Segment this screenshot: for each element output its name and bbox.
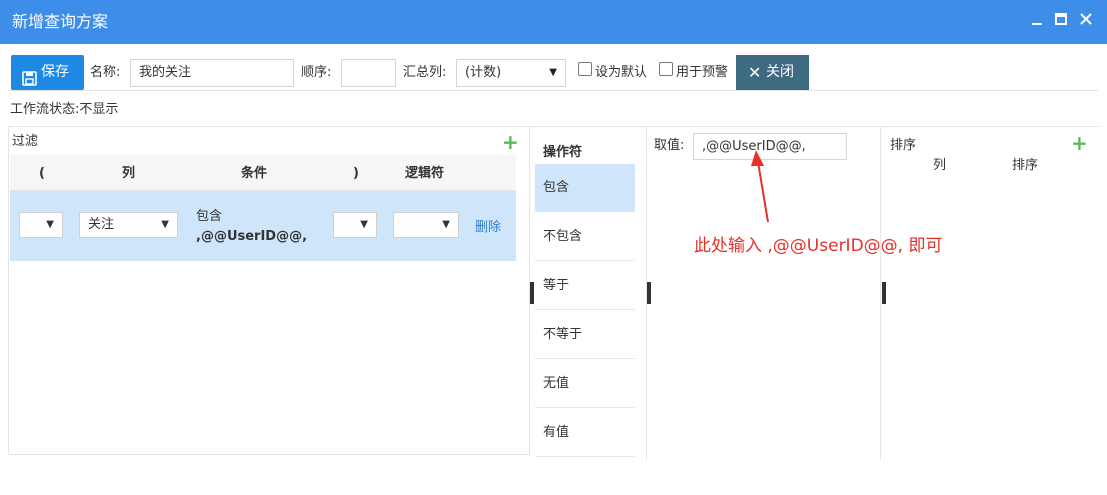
chevron-down-icon: ▼ — [442, 219, 450, 230]
annotation-text: 此处输入 ,@@UserID@@, 即可 — [694, 236, 943, 256]
toolbar: 保存 名称: 我的关注 顺序: 汇总列: (计数) ▼ 设为默认 用于预警 ✕ … — [0, 48, 1107, 92]
chevron-down-icon: ▼ — [549, 67, 557, 78]
warning-checkbox-label: 用于预警 — [676, 65, 729, 80]
save-button-label: 保存 — [41, 64, 69, 80]
delete-link[interactable]: 删除 — [475, 216, 501, 235]
operator-item-equals[interactable]: 等于 — [535, 262, 635, 310]
save-button[interactable]: 保存 — [11, 55, 84, 90]
default-checkbox-label: 设为默认 — [595, 65, 648, 80]
panel-divider — [880, 127, 881, 460]
add-sort-icon[interactable]: + — [1071, 133, 1088, 153]
add-filter-icon[interactable]: + — [502, 132, 519, 152]
minimize-icon[interactable] — [1027, 12, 1047, 32]
sort-title: 排序 — [890, 138, 917, 153]
operator-item-not-equals[interactable]: 不等于 — [535, 311, 635, 359]
order-label: 顺序: — [301, 65, 332, 80]
filter-panel: 过滤 + ( 列 条件 ) 逻辑符 ▼ 关注 ▼ 包含 ,@@UserID@@,… — [8, 127, 530, 455]
window-title: 新增查询方案 — [12, 12, 109, 31]
summary-select-value: (计数) — [465, 65, 502, 80]
filter-row[interactable]: ▼ 关注 ▼ 包含 ,@@UserID@@, ▼ ▼ 删除 — [10, 191, 516, 261]
operator-item-not-contains[interactable]: 不包含 — [535, 213, 635, 261]
operator-item-has-value[interactable]: 有值 — [535, 409, 635, 457]
summary-label: 汇总列: — [403, 65, 447, 80]
order-input[interactable] — [341, 59, 396, 87]
maximize-icon[interactable] — [1051, 12, 1071, 32]
chevron-down-icon: ▼ — [360, 219, 368, 230]
condition-value: ,@@UserID@@, — [196, 229, 308, 244]
sort-col-header-order: 排序 — [1012, 158, 1039, 173]
operator-item-contains[interactable]: 包含 — [535, 164, 635, 212]
condition-cell: 包含 ,@@UserID@@, — [196, 207, 307, 247]
logic-select[interactable]: ▼ — [393, 212, 459, 238]
chevron-down-icon: ▼ — [46, 219, 54, 230]
operator-panel: 操作符 包含 不包含 等于 不等于 无值 有值 — [535, 127, 635, 460]
filter-title: 过滤 — [12, 134, 39, 149]
summary-select[interactable]: (计数) ▼ — [456, 59, 566, 87]
filter-resize-handle[interactable] — [530, 282, 534, 304]
col-header-condition: 条件 — [241, 166, 268, 181]
operator-item-no-value[interactable]: 无值 — [535, 360, 635, 408]
close-x-icon: ✕ — [748, 63, 762, 82]
col-header-logic: 逻辑符 — [405, 166, 445, 181]
condition-operator: 包含 — [196, 209, 223, 224]
operator-title: 操作符 — [543, 145, 583, 160]
default-checkbox[interactable] — [578, 62, 592, 76]
operator-resize-handle[interactable] — [647, 282, 651, 304]
chevron-down-icon: ▼ — [161, 219, 169, 230]
annotation-arrow — [751, 150, 769, 223]
name-label: 名称: — [90, 65, 121, 80]
save-icon — [22, 65, 37, 86]
name-input[interactable]: 我的关注 — [130, 59, 294, 87]
warning-checkbox[interactable] — [659, 62, 673, 76]
close-button[interactable]: ✕ 关闭 — [736, 55, 809, 90]
col-header-open-paren: ( — [39, 166, 45, 181]
close-paren-select[interactable]: ▼ — [333, 212, 377, 238]
workflow-status: 工作流状态:不显示 — [10, 102, 119, 117]
col-header-column: 列 — [122, 166, 136, 181]
value-label: 取值: — [654, 138, 685, 153]
close-icon[interactable] — [1076, 12, 1096, 32]
value-resize-handle[interactable] — [882, 282, 886, 304]
toolbar-divider — [8, 90, 1098, 91]
column-select[interactable]: 关注 ▼ — [79, 212, 178, 238]
col-header-close-paren: ) — [353, 166, 359, 181]
sort-col-header-column: 列 — [933, 158, 947, 173]
open-paren-select[interactable]: ▼ — [19, 212, 63, 238]
column-select-value: 关注 — [88, 217, 115, 232]
window-titlebar: 新增查询方案 — [0, 0, 1107, 44]
close-button-label: 关闭 — [766, 64, 794, 80]
